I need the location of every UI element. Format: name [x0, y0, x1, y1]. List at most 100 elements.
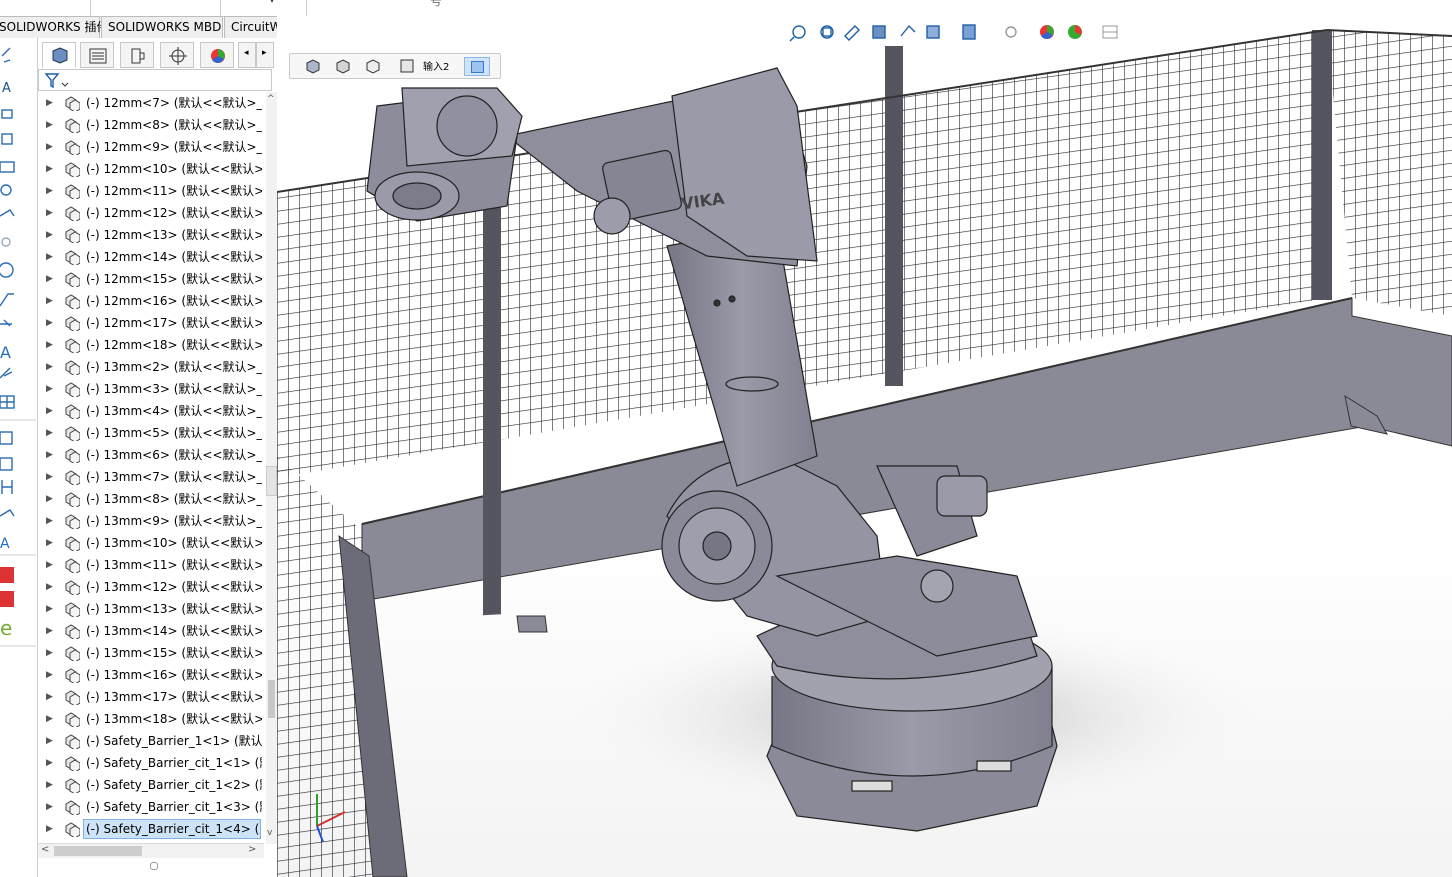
tree-row-label: (-) 13mm<5> (默认<<默认>_显 — [86, 426, 262, 440]
tab-feature-manager[interactable] — [42, 42, 76, 68]
tab-solidworks-mbd[interactable]: SOLIDWORKS MBD — [101, 16, 223, 38]
tree-row[interactable]: ▶ (-) 12mm<15> (默认<<默认>_ — [38, 268, 266, 290]
tab-configuration-manager[interactable] — [120, 42, 154, 68]
breadcrumb-toolbar: 输入2 — [289, 53, 501, 79]
tree-row-label: (-) 13mm<4> (默认<<默认>_显 — [86, 404, 262, 418]
tree-row[interactable]: ▶ (-) Safety_Barrier_cit_1<4> (默 — [38, 818, 266, 840]
expand-arrow-icon[interactable]: ▶ — [46, 92, 54, 114]
tree-row[interactable]: ▶ (-) 12mm<16> (默认<<默认>_ — [38, 290, 266, 312]
tree-row[interactable]: ▶ (-) 12mm<13> (默认<<默认>_ — [38, 224, 266, 246]
tab-scroll-right[interactable]: ▸ — [256, 42, 274, 68]
expand-arrow-icon[interactable]: ▶ — [46, 246, 54, 268]
breadcrumb-selected-face[interactable] — [464, 57, 490, 76]
assembly-icon[interactable] — [304, 57, 322, 75]
chevron-right-icon: > — [248, 844, 257, 855]
tree-row[interactable]: ▶ (-) 13mm<6> (默认<<默认>_显 — [38, 444, 266, 466]
expand-arrow-icon[interactable]: ▶ — [46, 466, 54, 488]
strip-dropdown[interactable]: ▾ — [220, 0, 307, 16]
tree-row[interactable]: ▶ (-) 13mm<11> (默认<<默认>_ — [38, 554, 266, 576]
tree-row[interactable]: ▶ (-) 13mm<12> (默认<<默认>_ — [38, 576, 266, 598]
expand-arrow-icon[interactable]: ▶ — [46, 268, 54, 290]
expand-arrow-icon[interactable]: ▶ — [46, 532, 54, 554]
expand-arrow-icon[interactable]: ▶ — [46, 422, 54, 444]
tree-row[interactable]: ▶ (-) 12mm<8> (默认<<默认>_显 — [38, 114, 266, 136]
expand-arrow-icon[interactable]: ▶ — [46, 818, 54, 840]
tree-row[interactable]: ▶ (-) 12mm<14> (默认<<默认>_ — [38, 246, 266, 268]
tree-row[interactable]: ▶ (-) 13mm<14> (默认<<默认>_ — [38, 620, 266, 642]
tree-row[interactable]: ▶ (-) 13mm<8> (默认<<默认>_显 — [38, 488, 266, 510]
expand-arrow-icon[interactable]: ▶ — [46, 576, 54, 598]
tree-row[interactable]: ▶ (-) 12mm<7> (默认<<默认>_显 — [38, 92, 266, 114]
expand-arrow-icon[interactable]: ▶ — [46, 158, 54, 180]
expand-arrow-icon[interactable]: ▶ — [46, 290, 54, 312]
feature-icon[interactable] — [398, 57, 416, 75]
component-icon — [65, 294, 80, 309]
tree-row[interactable]: ▶ (-) 12mm<11> (默认<<默认>_ — [38, 180, 266, 202]
tab-solidworks-addins[interactable]: SOLIDWORKS 插件 — [0, 16, 108, 38]
expand-arrow-icon[interactable]: ▶ — [46, 136, 54, 158]
tree-row[interactable]: ▶ (-) 13mm<5> (默认<<默认>_显 — [38, 422, 266, 444]
expand-arrow-icon[interactable]: ▶ — [46, 488, 54, 510]
tree-row[interactable]: ▶ (-) 13mm<4> (默认<<默认>_显 — [38, 400, 266, 422]
tree-row[interactable]: ▶ (-) 13mm<7> (默认<<默认>_显 — [38, 466, 266, 488]
expand-arrow-icon[interactable]: ▶ — [46, 774, 54, 796]
tree-row[interactable]: ▶ (-) 12mm<10> (默认<<默认>_ — [38, 158, 266, 180]
tree-row[interactable]: ▶ (-) 13mm<9> (默认<<默认>_显 — [38, 510, 266, 532]
scroll-thumb[interactable] — [54, 846, 142, 856]
expand-arrow-icon[interactable]: ▶ — [46, 752, 54, 774]
tab-dimxpert-manager[interactable] — [160, 42, 194, 68]
expand-arrow-icon[interactable]: ▶ — [46, 708, 54, 730]
subassembly-icon[interactable] — [334, 57, 352, 75]
tree-row[interactable]: ▶ (-) 13mm<16> (默认<<默认>_ — [38, 664, 266, 686]
tree-row[interactable]: ▶ (-) Safety_Barrier_1<1> (默认< — [38, 730, 266, 752]
tab-property-manager[interactable] — [80, 42, 114, 68]
expand-arrow-icon[interactable]: ▶ — [46, 334, 54, 356]
expand-arrow-icon[interactable]: ▶ — [46, 312, 54, 334]
tree-row[interactable]: ▶ (-) Safety_Barrier_cit_1<3> (默 — [38, 796, 266, 818]
tree-row[interactable]: ▶ (-) 13mm<15> (默认<<默认>_ — [38, 642, 266, 664]
part-icon[interactable] — [364, 57, 382, 75]
expand-arrow-icon[interactable]: ▶ — [46, 664, 54, 686]
tree-row[interactable]: ▶ (-) 13mm<13> (默认<<默认>_ — [38, 598, 266, 620]
tree-row[interactable]: ▶ (-) 12mm<9> (默认<<默认>_显 — [38, 136, 266, 158]
tree-row[interactable]: ▶ (-) Safety_Barrier_cit_1<1> (默 — [38, 752, 266, 774]
expand-arrow-icon[interactable]: ▶ — [46, 202, 54, 224]
tab-scroll-left[interactable]: ◂ — [238, 42, 256, 68]
expand-arrow-icon[interactable]: ▶ — [46, 114, 54, 136]
component-icon — [65, 382, 80, 397]
component-icon — [65, 272, 80, 287]
expand-arrow-icon[interactable]: ▶ — [46, 180, 54, 202]
tree-horizontal-scrollbar[interactable]: < > — [38, 843, 264, 858]
expand-arrow-icon[interactable]: ▶ — [46, 400, 54, 422]
breadcrumb-label[interactable]: 输入2 — [423, 58, 449, 73]
tree-row-label: (-) 13mm<16> (默认<<默认>_ — [86, 668, 262, 682]
expand-arrow-icon[interactable]: ▶ — [46, 686, 54, 708]
expand-arrow-icon[interactable]: ▶ — [46, 642, 54, 664]
scroll-thumb[interactable] — [268, 680, 275, 718]
tree-row[interactable]: ▶ (-) Safety_Barrier_cit_1<2> (默 — [38, 774, 266, 796]
tree-vertical-scrollbar[interactable]: ^ v — [266, 92, 277, 844]
graphics-viewport[interactable]: VIKA 输入2 — [277, 16, 1452, 877]
expand-arrow-icon[interactable]: ▶ — [46, 554, 54, 576]
tree-filter[interactable] — [38, 69, 272, 91]
expand-arrow-icon[interactable]: ▶ — [46, 598, 54, 620]
tree-row[interactable]: ▶ (-) 12mm<17> (默认<<默认>_ — [38, 312, 266, 334]
tree-row[interactable]: ▶ (-) 13mm<17> (默认<<默认>_ — [38, 686, 266, 708]
expand-arrow-icon[interactable]: ▶ — [46, 444, 54, 466]
expand-arrow-icon[interactable]: ▶ — [46, 378, 54, 400]
tree-row[interactable]: ▶ (-) 13mm<3> (默认<<默认>_显 — [38, 378, 266, 400]
expand-arrow-icon[interactable]: ▶ — [46, 224, 54, 246]
tree-row[interactable]: ▶ (-) 12mm<18> (默认<<默认>_ — [38, 334, 266, 356]
expand-arrow-icon[interactable]: ▶ — [46, 510, 54, 532]
resize-grip[interactable] — [150, 862, 158, 870]
expand-arrow-icon[interactable]: ▶ — [46, 356, 54, 378]
tab-display-manager[interactable] — [200, 42, 234, 68]
tree-row[interactable]: ▶ (-) 13mm<10> (默认<<默认>_ — [38, 532, 266, 554]
expand-arrow-icon[interactable]: ▶ — [46, 730, 54, 752]
expand-arrow-icon[interactable]: ▶ — [46, 620, 54, 642]
panel-splitter[interactable] — [266, 466, 277, 496]
tree-row[interactable]: ▶ (-) 13mm<18> (默认<<默认>_ — [38, 708, 266, 730]
tree-row[interactable]: ▶ (-) 13mm<2> (默认<<默认>_显 — [38, 356, 266, 378]
expand-arrow-icon[interactable]: ▶ — [46, 796, 54, 818]
tree-row[interactable]: ▶ (-) 12mm<12> (默认<<默认>_ — [38, 202, 266, 224]
